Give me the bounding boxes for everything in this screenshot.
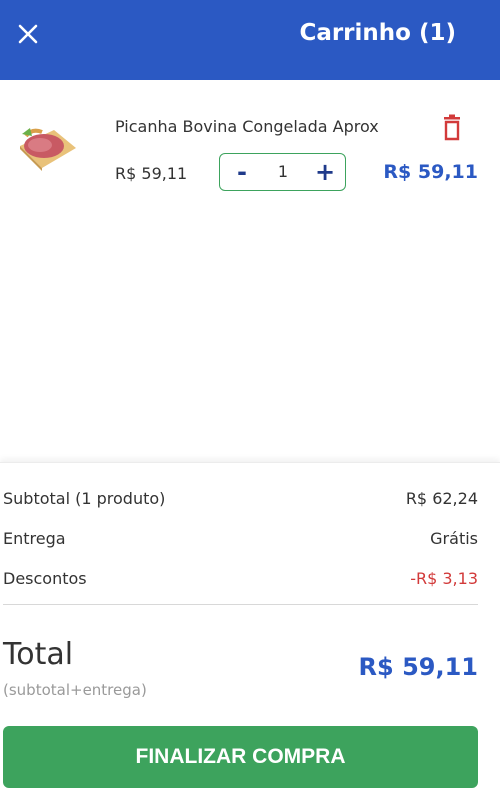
total-value: R$ 59,11 xyxy=(358,653,478,681)
total-label: Total xyxy=(3,637,74,672)
order-summary: Subtotal (1 produto) R$ 62,24 Entrega Gr… xyxy=(0,462,500,797)
subtotal-label: Subtotal (1 produto) xyxy=(3,489,166,508)
quantity-value: 1 xyxy=(277,162,289,181)
cart-title: Carrinho (1) xyxy=(299,20,456,46)
divider xyxy=(3,604,478,605)
subtotal-row: Subtotal (1 produto) R$ 62,24 xyxy=(3,489,478,511)
delivery-value: Grátis xyxy=(430,529,478,548)
line-total: R$ 59,11 xyxy=(383,161,478,183)
discount-row: Descontos -R$ 3,13 xyxy=(3,569,478,591)
discount-value: -R$ 3,13 xyxy=(410,569,478,588)
decrement-button[interactable]: - xyxy=(228,157,256,187)
checkout-button[interactable]: FINALIZAR COMPRA xyxy=(3,726,478,788)
subtotal-value: R$ 62,24 xyxy=(405,489,478,508)
increment-button[interactable]: + xyxy=(311,157,339,187)
close-icon[interactable] xyxy=(14,20,42,48)
unit-price: R$ 59,11 xyxy=(115,164,188,183)
discount-label: Descontos xyxy=(3,569,87,588)
delivery-row: Entrega Grátis xyxy=(3,529,478,551)
meat-product-image xyxy=(20,128,76,171)
cart-header: Carrinho (1) xyxy=(0,0,500,80)
product-name: Picanha Bovina Congelada Aprox xyxy=(115,117,379,136)
delivery-label: Entrega xyxy=(3,529,66,548)
quantity-stepper: - 1 + xyxy=(219,153,346,191)
trash-icon[interactable] xyxy=(441,114,463,142)
total-note: (subtotal+entrega) xyxy=(3,681,147,699)
